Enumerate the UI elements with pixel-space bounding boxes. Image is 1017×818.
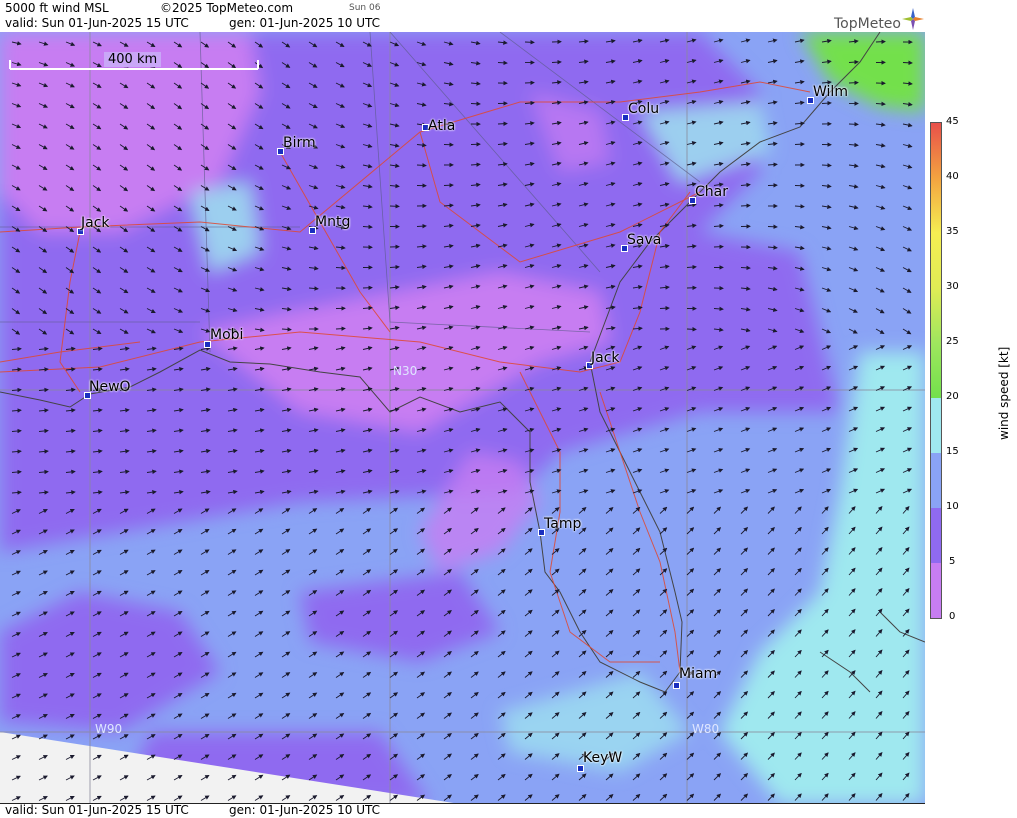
legend-band-35 [931, 178, 941, 233]
wind-arrow [471, 104, 480, 105]
wind-map-canvas [0, 32, 925, 804]
city-label-mobi: Mobi [210, 327, 243, 343]
wind-arrow [903, 63, 912, 64]
legend-band-20 [931, 343, 941, 398]
legend-title: wind speed [kt] [997, 330, 1011, 440]
legend-tick: 35 [946, 226, 959, 237]
legend-tick: 10 [946, 501, 959, 512]
compass-star-icon [902, 8, 924, 30]
wind-speed-legend: 45 40 35 30 25 20 15 10 5 0 wind speed [… [925, 0, 1017, 817]
wind-arrow [876, 42, 885, 43]
lat-label-n30: N30 [393, 364, 417, 378]
legend-tick: 30 [946, 281, 959, 292]
city-label-colu: Colu [628, 101, 659, 117]
wind-arrow [741, 268, 750, 269]
day-indicator: Sun 06 [349, 3, 380, 13]
city-label-char: Char [695, 184, 728, 200]
wind-map[interactable]: 400 km N30 W90 W80 Atla Birm Colu Wilm C… [0, 32, 926, 804]
wind-arrow [417, 165, 426, 166]
generated-time: gen: 01-Jun-2025 10 UTC [229, 16, 380, 30]
legend-colorbar [930, 122, 942, 619]
wind-arrow [417, 226, 426, 227]
city-label-miam: Miam [679, 666, 717, 682]
legend-band-25 [931, 288, 941, 343]
lon-label-w80: W80 [692, 722, 719, 736]
wind-arrow [498, 124, 507, 125]
footer-bar: valid: Sun 01-Jun-2025 15 UTC gen: 01-Ju… [0, 803, 925, 818]
wind-arrow [687, 329, 696, 330]
city-marker-miam[interactable] [673, 682, 680, 689]
product-title: 5000 ft wind MSL [5, 1, 109, 15]
copyright-text: ©2025 TopMeteo.com [160, 1, 293, 15]
legend-tick: 45 [946, 116, 959, 127]
logo-text: TopMeteo [834, 16, 901, 32]
wind-arrow [336, 328, 345, 329]
lon-label-w90: W90 [95, 722, 122, 736]
city-label-jack-fl: Jack [591, 350, 620, 366]
city-label-wilm: Wilm [813, 84, 848, 100]
topmeteo-logo[interactable]: TopMeteo [826, 8, 925, 32]
city-label-jack-ms: Jack [81, 215, 110, 231]
wind-arrow [822, 165, 831, 166]
legend-tick: 0 [949, 611, 955, 622]
legend-tick: 15 [946, 446, 959, 457]
valid-time: valid: Sun 01-Jun-2025 15 UTC [5, 16, 189, 30]
legend-tick: 40 [946, 171, 959, 182]
legend-band-15 [931, 398, 941, 453]
legend-tick: 25 [946, 336, 959, 347]
city-label-mntg: Mntg [315, 214, 350, 230]
city-label-tamp: Tamp [544, 516, 581, 532]
legend-tick: 5 [949, 556, 955, 567]
city-label-atla: Atla [428, 118, 455, 134]
wind-arrow [741, 205, 750, 206]
header-bar: 5000 ft wind MSL ©2025 TopMeteo.com Sun … [0, 0, 925, 33]
scale-bar-label: 400 km [104, 52, 161, 67]
footer-generated-time: gen: 01-Jun-2025 10 UTC [229, 803, 380, 817]
footer-valid-time: valid: Sun 01-Jun-2025 15 UTC [5, 803, 189, 817]
wind-arrow [795, 144, 804, 145]
city-label-keyw: KeyW [583, 750, 622, 766]
city-label-sava: Sava [627, 232, 661, 248]
city-label-newo: NewO [89, 379, 131, 395]
city-marker-keyw[interactable] [577, 765, 584, 772]
wind-arrow [822, 103, 831, 104]
legend-band-30 [931, 233, 941, 288]
legend-band-10 [931, 453, 941, 508]
legend-band-0 [931, 563, 941, 618]
legend-tick: 20 [946, 391, 959, 402]
city-label-birm: Birm [283, 135, 316, 151]
wind-arrow [660, 308, 669, 309]
wind-arrow [498, 63, 507, 64]
legend-band-45 [931, 123, 941, 178]
wind-arrow [552, 62, 561, 63]
wind-arrow [336, 268, 345, 269]
legend-band-5 [931, 508, 941, 563]
